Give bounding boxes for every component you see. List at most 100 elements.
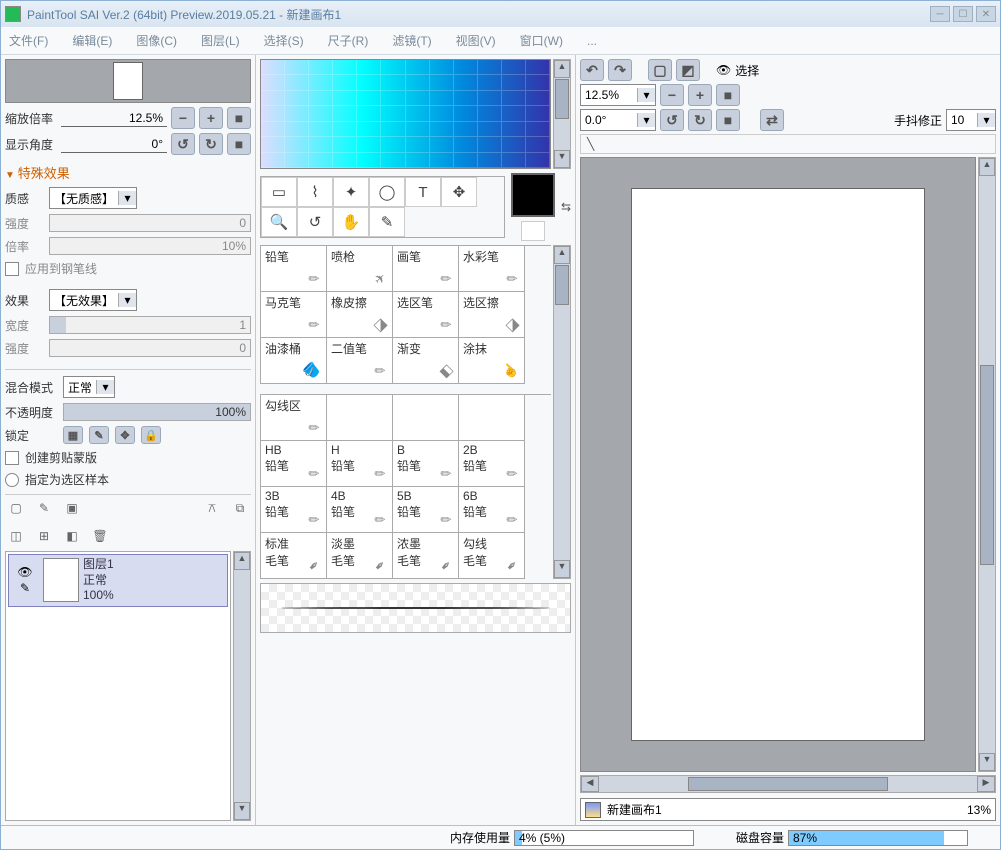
brush-item[interactable] [459,395,525,441]
redo-button[interactable]: ↷ [608,59,632,81]
brush-item[interactable]: 4B 铅笔✎ [327,487,393,533]
flip-button[interactable]: ⇄ [760,109,784,131]
blend-combo[interactable]: 正常▾ [63,376,115,398]
add-mask-button[interactable]: ⊞ [35,527,53,545]
brush-item[interactable]: 水彩笔✎ [459,246,525,292]
zoom-out-button[interactable]: − [171,107,195,129]
menu-image[interactable]: 图像(C) [136,32,177,49]
new-layer-button[interactable]: ▢ [7,499,25,517]
brush-item[interactable]: H 铅笔✎ [327,441,393,487]
rotate-ccw-button-2[interactable]: ↺ [660,109,684,131]
menu-select[interactable]: 选择(S) [264,32,304,49]
canvas-tab[interactable]: 新建画布1 13% [580,798,996,821]
scale-slider[interactable]: 10% [49,237,251,255]
angle-reset-button-2[interactable]: ■ [716,109,740,131]
effect-combo[interactable]: 【无效果】▾ [49,289,137,311]
fx-header[interactable]: 特殊效果 [5,163,251,182]
zoom-reset-button[interactable]: ■ [227,107,251,129]
eyedropper-tool[interactable]: ✎ [369,207,405,237]
brush-item[interactable]: 涂抹☝ [459,338,525,384]
brush-item[interactable]: 6B 铅笔✎ [459,487,525,533]
texture-combo[interactable]: 【无质感】▾ [49,187,137,209]
transfer-button[interactable]: ⚻ [203,499,221,517]
brush-item[interactable]: 喷枪✈ [327,246,393,292]
brush-item[interactable]: HB 铅笔✎ [261,441,327,487]
lock-move-button[interactable]: ✥ [115,426,135,444]
layer-scrollbar[interactable]: ▲▼ [233,551,251,821]
brush-item[interactable]: 马克笔✎ [261,292,327,338]
brush-item[interactable]: 浓墨 毛笔✒ [393,533,459,579]
wand-tool[interactable]: ✦ [333,177,369,207]
rotate-ccw-button[interactable]: ↺ [171,133,195,155]
intensity-slider[interactable]: 0 [49,214,251,232]
stabilizer-combo[interactable]: 10▾ [946,109,996,131]
menu-window[interactable]: 窗口(W) [520,32,563,49]
brush-item[interactable]: 选区擦◪ [459,292,525,338]
menu-layer[interactable]: 图层(L) [201,32,240,49]
lasso-tool[interactable]: ⌇ [297,177,333,207]
brush-item[interactable]: 铅笔✎ [261,246,327,292]
menu-filter[interactable]: 滤镜(T) [392,32,431,49]
width-slider[interactable]: 1 [49,316,251,334]
undo-button[interactable]: ↶ [580,59,604,81]
new-vector-button[interactable]: ✎ [35,499,53,517]
color-swatch-bg[interactable] [521,221,545,241]
brush-item[interactable]: 标准 毛笔✒ [261,533,327,579]
angle-combo[interactable]: 0.0°▾ [580,109,656,131]
brush-item[interactable]: 3B 铅笔✎ [261,487,327,533]
brush-item[interactable] [393,395,459,441]
brush-item[interactable]: 勾线区✎ [261,395,327,441]
menu-edit[interactable]: 编辑(E) [72,32,112,49]
zoom-in-button-2[interactable]: + [688,84,712,106]
invert-sel-button[interactable]: ◩ [676,59,700,81]
brush-item[interactable]: 选区笔✎ [393,292,459,338]
zoom-tool[interactable]: 🔍 [261,207,297,237]
color-picker[interactable] [260,59,551,169]
brush-item[interactable]: 2B 铅笔✎ [459,441,525,487]
clip-checkbox[interactable] [5,451,19,465]
mask-button[interactable]: ◫ [7,527,25,545]
canvas[interactable] [631,188,925,741]
zoom-out-button-2[interactable]: − [660,84,684,106]
eye-icon[interactable]: 👁 [716,63,731,77]
brush-item[interactable]: 勾线 毛笔✒ [459,533,525,579]
hand-tool[interactable]: ✋ [333,207,369,237]
lock-paint-button[interactable]: ✎ [89,426,109,444]
apply-pen-checkbox[interactable] [5,262,19,276]
menu-ruler[interactable]: 尺子(R) [328,32,369,49]
lock-alpha-button[interactable]: ▦ [63,426,83,444]
angle-reset-button[interactable]: ■ [227,133,251,155]
selsrc-radio[interactable] [5,473,19,487]
zoom-reset-button-2[interactable]: ■ [716,84,740,106]
zoom-value[interactable]: 12.5% [61,110,167,127]
brush-item[interactable]: 油漆桶🪣 [261,338,327,384]
zoom-combo[interactable]: 12.5%▾ [580,84,656,106]
close-button[interactable]: ✕ [976,6,996,22]
menu-file[interactable]: 文件(F) [9,32,48,49]
angle-value[interactable]: 0° [61,136,167,153]
brush-item[interactable]: 渐变◧ [393,338,459,384]
brush-item[interactable]: 二值笔✎ [327,338,393,384]
canvas-area[interactable] [580,157,976,772]
rotate-cw-button[interactable]: ↻ [199,133,223,155]
delete-layer-button[interactable]: 🗑 [91,527,109,545]
maximize-button[interactable]: ☐ [953,6,973,22]
merge-button[interactable]: ⧉ [231,499,249,517]
lock-all-button[interactable]: 🔒 [141,426,161,444]
navigator-preview[interactable] [5,59,251,103]
brush-item[interactable]: B 铅笔✎ [393,441,459,487]
text-tool[interactable]: T [405,177,441,207]
color-swatch-fg[interactable] [511,173,555,217]
rotate-cw-button-2[interactable]: ↻ [688,109,712,131]
deselect-button[interactable]: ▢ [648,59,672,81]
zoom-in-button[interactable]: + [199,107,223,129]
brush-item[interactable]: 5B 铅笔✎ [393,487,459,533]
brush-scrollbar[interactable]: ▲▼ [553,245,571,579]
move-tool[interactable]: ✥ [441,177,477,207]
intensity2-slider[interactable]: 0 [49,339,251,357]
opacity-slider[interactable]: 100% [63,403,251,421]
layer-item[interactable]: 👁 ✎ 图层1 正常 100% [8,554,228,607]
rotate-tool[interactable]: ↺ [297,207,333,237]
color-scrollbar[interactable]: ▲▼ [553,59,571,169]
new-folder-button[interactable]: ▣ [63,499,81,517]
